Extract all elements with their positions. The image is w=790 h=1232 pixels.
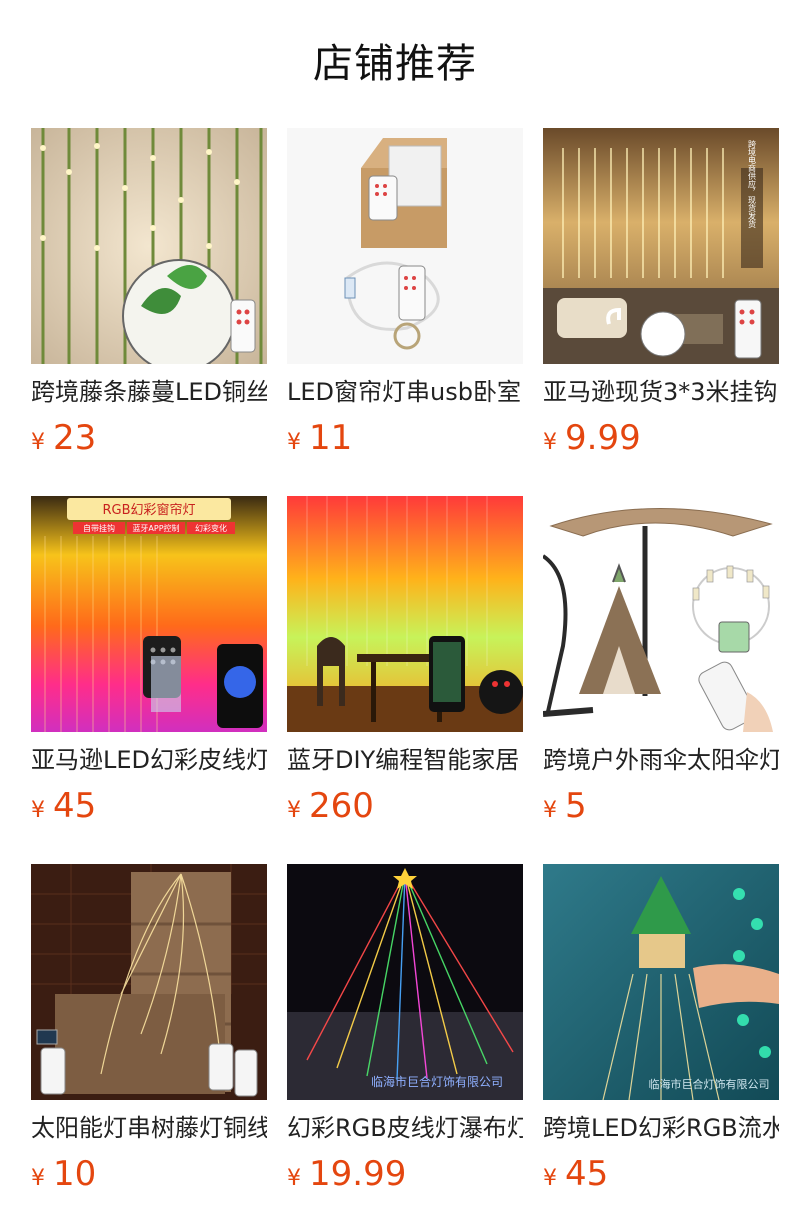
boxed-light-string-image — [287, 128, 523, 364]
solar-vine-lights-image — [31, 864, 267, 1100]
product-card[interactable]: 临海市巨合灯饰有限公司 跨境LED幻彩RGB流水灯 ¥45 — [543, 864, 779, 1194]
currency-symbol: ¥ — [287, 1166, 301, 1191]
product-name[interactable]: 太阳能灯串树藤灯铜线 — [31, 1112, 267, 1144]
christmas-rgb-lights-image: 临海市巨合灯饰有限公司 — [543, 864, 779, 1100]
tag-text: 自带挂钩 — [83, 523, 115, 533]
product-name[interactable]: 蓝牙DIY编程智能家居 — [287, 744, 523, 776]
product-price: ¥45 — [543, 1152, 608, 1196]
product-price: ¥9.99 — [543, 416, 641, 460]
page-title: 店铺推荐 — [313, 41, 477, 87]
product-price: ¥10 — [31, 1152, 96, 1196]
product-price: ¥5 — [543, 784, 587, 828]
tag-text: 蓝牙APP控制 — [132, 523, 179, 533]
umbrella-tent-lights-image — [543, 496, 779, 732]
living-room-curtain-lights-image: 跨境电商供应，现货发货 — [543, 128, 779, 364]
price-value: 5 — [565, 786, 587, 826]
watermark-text: 临海市巨合灯饰有限公司 — [649, 1077, 770, 1091]
product-card[interactable]: 蓝牙DIY编程智能家居 ¥260 — [287, 496, 523, 826]
product-name[interactable]: 亚马逊LED幻彩皮线灯 — [31, 744, 267, 776]
product-name[interactable]: 跨境LED幻彩RGB流水灯 — [543, 1112, 779, 1144]
watermark-text: 临海市巨合灯饰有限公司 — [371, 1074, 503, 1089]
product-price: ¥45 — [31, 784, 96, 828]
product-price: ¥23 — [31, 416, 96, 460]
price-value: 19.99 — [309, 1154, 407, 1194]
product-name[interactable]: 幻彩RGB皮线灯瀑布灯 — [287, 1112, 523, 1144]
product-name[interactable]: 亚马逊现货3*3米挂钩 — [543, 376, 779, 408]
product-card[interactable]: 太阳能灯串树藤灯铜线 ¥10 — [31, 864, 267, 1194]
price-value: 10 — [53, 1154, 97, 1194]
rgb-curtain-lights-image: RGB幻彩窗帘灯 自带挂钩 蓝牙APP控制 幻彩变化 — [31, 496, 267, 732]
diy-rgb-dining-room-image — [287, 496, 523, 732]
product-price: ¥11 — [287, 416, 352, 460]
product-card[interactable]: 临海市巨合灯饰有限公司 幻彩RGB皮线灯瀑布灯 ¥19.99 — [287, 864, 523, 1194]
currency-symbol: ¥ — [543, 798, 557, 823]
price-value: 45 — [565, 1154, 609, 1194]
price-value: 23 — [53, 418, 97, 458]
banner-text: RGB幻彩窗帘灯 — [102, 502, 195, 518]
product-price: ¥260 — [287, 784, 374, 828]
product-card[interactable]: 跨境藤条藤蔓LED铜丝 ¥23 — [31, 128, 267, 458]
price-value: 9.99 — [565, 418, 641, 458]
currency-symbol: ¥ — [31, 798, 45, 823]
product-card[interactable]: RGB幻彩窗帘灯 自带挂钩 蓝牙APP控制 幻彩变化 亚马逊LED幻彩皮线灯 ¥… — [31, 496, 267, 826]
currency-symbol: ¥ — [543, 1166, 557, 1191]
vertical-label: 跨境电商供应，现货发货 — [748, 140, 757, 229]
product-price: ¥19.99 — [287, 1152, 406, 1196]
product-card[interactable]: 跨境户外雨伞太阳伞灯 ¥5 — [543, 496, 779, 826]
product-name[interactable]: 跨境户外雨伞太阳伞灯 — [543, 744, 779, 776]
currency-symbol: ¥ — [287, 430, 301, 455]
currency-symbol: ¥ — [287, 798, 301, 823]
rgb-waterfall-tree-image: 临海市巨合灯饰有限公司 — [287, 864, 523, 1100]
product-card[interactable]: 跨境电商供应，现货发货 亚马逊现货3*3米挂钩 ¥9.99 — [543, 128, 779, 458]
price-value: 260 — [309, 786, 374, 826]
price-value: 11 — [309, 418, 353, 458]
product-name[interactable]: 跨境藤条藤蔓LED铜丝 — [31, 376, 267, 408]
tag-text: 幻彩变化 — [195, 523, 227, 533]
product-name[interactable]: LED窗帘灯串usb卧室 — [287, 376, 523, 408]
price-value: 45 — [53, 786, 97, 826]
currency-symbol: ¥ — [543, 430, 557, 455]
currency-symbol: ¥ — [31, 430, 45, 455]
currency-symbol: ¥ — [31, 1166, 45, 1191]
vine-curtain-lights-image — [31, 128, 267, 364]
product-card[interactable]: LED窗帘灯串usb卧室 ¥11 — [287, 128, 523, 458]
